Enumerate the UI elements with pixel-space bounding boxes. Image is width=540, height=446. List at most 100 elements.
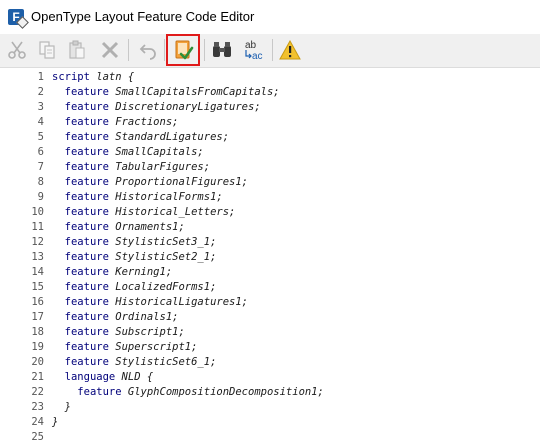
code-line[interactable]: 17 feature Ordinals1;	[0, 310, 540, 325]
replace-label-top: ab	[245, 40, 257, 51]
identifier: Ordinals1;	[108, 311, 179, 323]
line-code: feature Kerning1;	[52, 265, 172, 280]
code-line[interactable]: 5 feature StandardLigatures;	[0, 130, 540, 145]
identifier: TabularFigures;	[108, 161, 211, 173]
code-line[interactable]: 20 feature StylisticSet6_1;	[0, 355, 540, 370]
line-number: 22	[31, 386, 44, 398]
line-number: 12	[31, 236, 44, 248]
line-code: }	[52, 400, 71, 415]
code-line[interactable]: 25	[0, 430, 540, 445]
identifier: Fractions;	[108, 116, 179, 128]
code-line[interactable]: 22 feature GlyphCompositionDecomposition…	[0, 385, 540, 400]
code-editor[interactable]: 1 script latn {2 feature SmallCapitalsFro…	[0, 68, 540, 446]
line-code: feature LocalizedForms1;	[52, 280, 217, 295]
line-number: 21	[31, 371, 44, 383]
code-line[interactable]: 19 feature Superscript1;	[0, 340, 540, 355]
code-line[interactable]: 18 feature Subscript1;	[0, 325, 540, 340]
keyword: feature	[64, 356, 109, 368]
line-code: feature HistoricalForms1;	[52, 190, 223, 205]
line-number: 17	[31, 311, 44, 323]
delete-button[interactable]	[96, 36, 124, 64]
keyword: feature	[64, 86, 109, 98]
code-line[interactable]: 9 feature HistoricalForms1;	[0, 190, 540, 205]
warning-button[interactable]	[276, 36, 304, 64]
copy-icon	[39, 41, 55, 59]
code-line[interactable]: 10 feature Historical_Letters;	[0, 205, 540, 220]
identifier: latn {	[89, 71, 135, 83]
identifier: StylisticSet3_1;	[108, 236, 217, 248]
undo-icon	[139, 44, 156, 60]
line-code: feature TabularFigures;	[52, 160, 210, 175]
line-code: feature GlyphCompositionDecomposition1;	[52, 385, 324, 400]
cut-button[interactable]	[3, 36, 31, 64]
identifier: StylisticSet6_1;	[108, 356, 217, 368]
line-number: 11	[31, 221, 44, 233]
code-line[interactable]: 4 feature Fractions;	[0, 115, 540, 130]
code-line[interactable]: 7 feature TabularFigures;	[0, 160, 540, 175]
line-code: feature ProportionalFigures1;	[52, 175, 248, 190]
line-code: feature Ornaments1;	[52, 220, 185, 235]
line-code: feature HistoricalLigatures1;	[52, 295, 248, 310]
code-line[interactable]: 3 feature DiscretionaryLigatures;	[0, 100, 540, 115]
identifier: StandardLigatures;	[108, 131, 230, 143]
paste-button[interactable]	[63, 36, 91, 64]
code-line[interactable]: 8 feature ProportionalFigures1;	[0, 175, 540, 190]
identifier: Historical_Letters;	[108, 206, 236, 218]
app-icon: F	[8, 9, 29, 29]
line-number: 2	[37, 86, 44, 98]
line-code: feature Ordinals1;	[52, 310, 179, 325]
compile-check-icon	[175, 40, 194, 60]
line-number: 20	[31, 356, 44, 368]
code-line[interactable]: 21 language NLD {	[0, 370, 540, 385]
code-line[interactable]: 14 feature Kerning1;	[0, 265, 540, 280]
window-title: OpenType Layout Feature Code Editor	[31, 9, 255, 24]
code-line[interactable]: 11 feature Ornaments1;	[0, 220, 540, 235]
code-line[interactable]: 2 feature SmallCapitalsFromCapitals;	[0, 85, 540, 100]
compile-button[interactable]	[166, 34, 200, 66]
line-number: 1	[37, 71, 44, 83]
identifier: HistoricalLigatures1;	[108, 296, 248, 308]
keyword: feature	[64, 206, 109, 218]
line-number: 9	[37, 191, 44, 203]
toolbar-separator	[164, 39, 165, 61]
keyword: feature	[64, 191, 109, 203]
code-line[interactable]: 15 feature LocalizedForms1;	[0, 280, 540, 295]
line-number: 16	[31, 296, 44, 308]
code-line[interactable]: 6 feature SmallCapitals;	[0, 145, 540, 160]
code-line[interactable]: 16 feature HistoricalLigatures1;	[0, 295, 540, 310]
identifier: SmallCapitals;	[108, 146, 204, 158]
toolbar: ab ac	[0, 34, 540, 68]
line-code: feature StylisticSet2_1;	[52, 250, 217, 265]
undo-button[interactable]	[134, 36, 162, 64]
code-line[interactable]: 13 feature StylisticSet2_1;	[0, 250, 540, 265]
find-button[interactable]	[208, 36, 236, 64]
keyword: feature	[64, 101, 109, 113]
line-code: feature StandardLigatures;	[52, 130, 229, 145]
code-line[interactable]: 23 }	[0, 400, 540, 415]
code-line[interactable]: 1 script latn {	[0, 70, 540, 85]
copy-button[interactable]	[33, 36, 61, 64]
keyword: feature	[64, 296, 109, 308]
identifier: LocalizedForms1;	[108, 281, 217, 293]
toolbar-separator	[272, 39, 273, 61]
code-line[interactable]: 24}	[0, 415, 540, 430]
identifier: NLD {	[115, 371, 154, 383]
code-line[interactable]: 12 feature StylisticSet3_1;	[0, 235, 540, 250]
line-number: 18	[31, 326, 44, 338]
line-number: 15	[31, 281, 44, 293]
scissors-icon	[8, 41, 26, 59]
replace-button[interactable]: ab ac	[240, 36, 268, 64]
keyword: feature	[64, 281, 109, 293]
identifier: DiscretionaryLigatures;	[108, 101, 261, 113]
line-code: language NLD {	[52, 370, 154, 385]
